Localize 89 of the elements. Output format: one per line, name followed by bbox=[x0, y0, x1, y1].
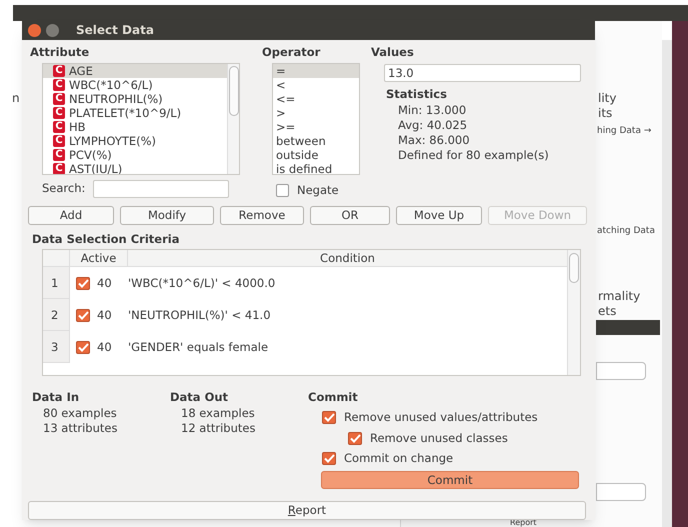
checkbox-label: Negate bbox=[297, 182, 339, 199]
operator-item[interactable]: between bbox=[273, 134, 359, 148]
section-label: Statistics bbox=[386, 86, 447, 103]
checkbox[interactable] bbox=[76, 340, 90, 354]
checkbox-label: Remove unused classes bbox=[370, 430, 508, 446]
table-cell: 'NEUTROPHIL(%)' < 41.0 bbox=[128, 306, 271, 324]
statistic-text: Avg: 40.025 bbox=[398, 118, 468, 133]
action-button[interactable]: Modify bbox=[120, 206, 214, 225]
action-button[interactable]: Remove bbox=[220, 206, 304, 225]
scrollbar[interactable] bbox=[662, 40, 672, 527]
section-label: Operator bbox=[262, 44, 320, 62]
background-text: hing Data → bbox=[597, 125, 652, 138]
operator-item[interactable]: outside bbox=[273, 148, 359, 162]
info-text: 13 attributes bbox=[43, 421, 118, 436]
operator-item[interactable]: > bbox=[273, 106, 359, 120]
section-label: Values bbox=[371, 44, 414, 62]
column-header[interactable]: Active bbox=[70, 250, 128, 266]
info-text: 18 examples bbox=[181, 406, 255, 422]
attribute-item[interactable]: C LYMPHOYTE(%) bbox=[43, 134, 227, 148]
table-cell: 40 bbox=[97, 306, 112, 324]
type-badge: C bbox=[53, 92, 65, 105]
statistic-text: Defined for 80 example(s) bbox=[398, 148, 549, 163]
scrollbar[interactable] bbox=[227, 64, 239, 174]
info-text: 12 attributes bbox=[181, 421, 256, 436]
checkbox-label: Commit on change bbox=[344, 450, 454, 467]
background-text: n bbox=[12, 90, 20, 107]
operator-item[interactable]: < bbox=[273, 78, 359, 92]
type-badge: C bbox=[53, 134, 65, 147]
close-icon[interactable] bbox=[28, 24, 41, 37]
background-text: lity bbox=[598, 90, 616, 107]
statistic-text: Min: 13.000 bbox=[398, 102, 466, 118]
dropdown[interactable] bbox=[596, 483, 646, 501]
search-field[interactable] bbox=[93, 180, 230, 198]
operator-item[interactable]: is defined bbox=[273, 162, 359, 174]
checkbox-label: Remove unused values/attributes bbox=[344, 409, 538, 426]
section-label: Data In bbox=[32, 389, 80, 406]
attribute-item[interactable]: C PLATELET(*10^9/L) bbox=[43, 106, 227, 120]
report-button[interactable]: Report bbox=[28, 501, 586, 520]
dark-bar bbox=[596, 320, 660, 335]
operator-item[interactable]: = bbox=[273, 64, 359, 78]
window-title: Select Data bbox=[76, 22, 154, 40]
type-badge: C bbox=[53, 64, 65, 77]
table-cell: 40 bbox=[97, 274, 112, 292]
row-number: 3 bbox=[43, 331, 70, 364]
row-number: 1 bbox=[43, 267, 70, 300]
section-label: Data Out bbox=[170, 389, 228, 406]
attribute-item[interactable]: C HB bbox=[43, 120, 227, 134]
attribute-item[interactable]: C PCV(%) bbox=[43, 148, 227, 162]
section-label: Attribute bbox=[30, 44, 90, 62]
checkbox[interactable] bbox=[322, 411, 336, 424]
background-text: its bbox=[598, 105, 612, 122]
scrollbar[interactable] bbox=[567, 250, 580, 375]
info-text: 80 examples bbox=[43, 406, 117, 422]
table-cell: 'WBC(*10^6/L)' < 4000.0 bbox=[128, 274, 276, 292]
table-cell: 40 bbox=[97, 338, 112, 356]
background-text: atching Data bbox=[597, 225, 655, 238]
background-text: rmality bbox=[598, 288, 640, 305]
checkbox[interactable] bbox=[276, 184, 289, 197]
type-badge: C bbox=[53, 78, 65, 91]
values-field[interactable]: 13.0 bbox=[384, 64, 581, 82]
type-badge: C bbox=[53, 162, 65, 174]
action-button[interactable]: Add bbox=[28, 206, 114, 225]
section-label: Data Selection Criteria bbox=[32, 230, 180, 248]
checkbox[interactable] bbox=[348, 432, 362, 445]
row-number: 2 bbox=[43, 299, 70, 332]
attribute-item[interactable]: C WBC(*10^6/L) bbox=[43, 78, 227, 92]
search-label: Search: bbox=[42, 180, 86, 198]
checkbox[interactable] bbox=[76, 276, 90, 290]
statistic-text: Max: 86.000 bbox=[398, 132, 470, 148]
action-button[interactable]: Move Up bbox=[396, 206, 482, 225]
scroll-thumb[interactable] bbox=[228, 66, 238, 116]
commit-button[interactable]: Commit bbox=[321, 471, 579, 489]
type-badge: C bbox=[53, 148, 65, 161]
checkbox[interactable] bbox=[322, 452, 336, 465]
checkbox[interactable] bbox=[76, 308, 90, 322]
operator-item[interactable]: <= bbox=[273, 92, 359, 106]
attribute-item[interactable]: C NEUTROPHIL(%) bbox=[43, 92, 227, 106]
type-badge: C bbox=[53, 106, 65, 119]
operator-item[interactable]: >= bbox=[273, 120, 359, 134]
column-header[interactable]: Condition bbox=[128, 250, 567, 266]
type-badge: C bbox=[53, 120, 65, 133]
section-label: Commit bbox=[308, 389, 358, 406]
scroll-thumb[interactable] bbox=[569, 253, 579, 284]
maximize-icon[interactable] bbox=[46, 24, 59, 37]
attribute-item[interactable]: C AGE bbox=[43, 64, 227, 78]
table-cell: 'GENDER' equals female bbox=[128, 338, 268, 356]
background-text: ets bbox=[598, 303, 616, 320]
action-button[interactable]: OR bbox=[310, 206, 390, 225]
dropdown[interactable] bbox=[596, 362, 646, 380]
